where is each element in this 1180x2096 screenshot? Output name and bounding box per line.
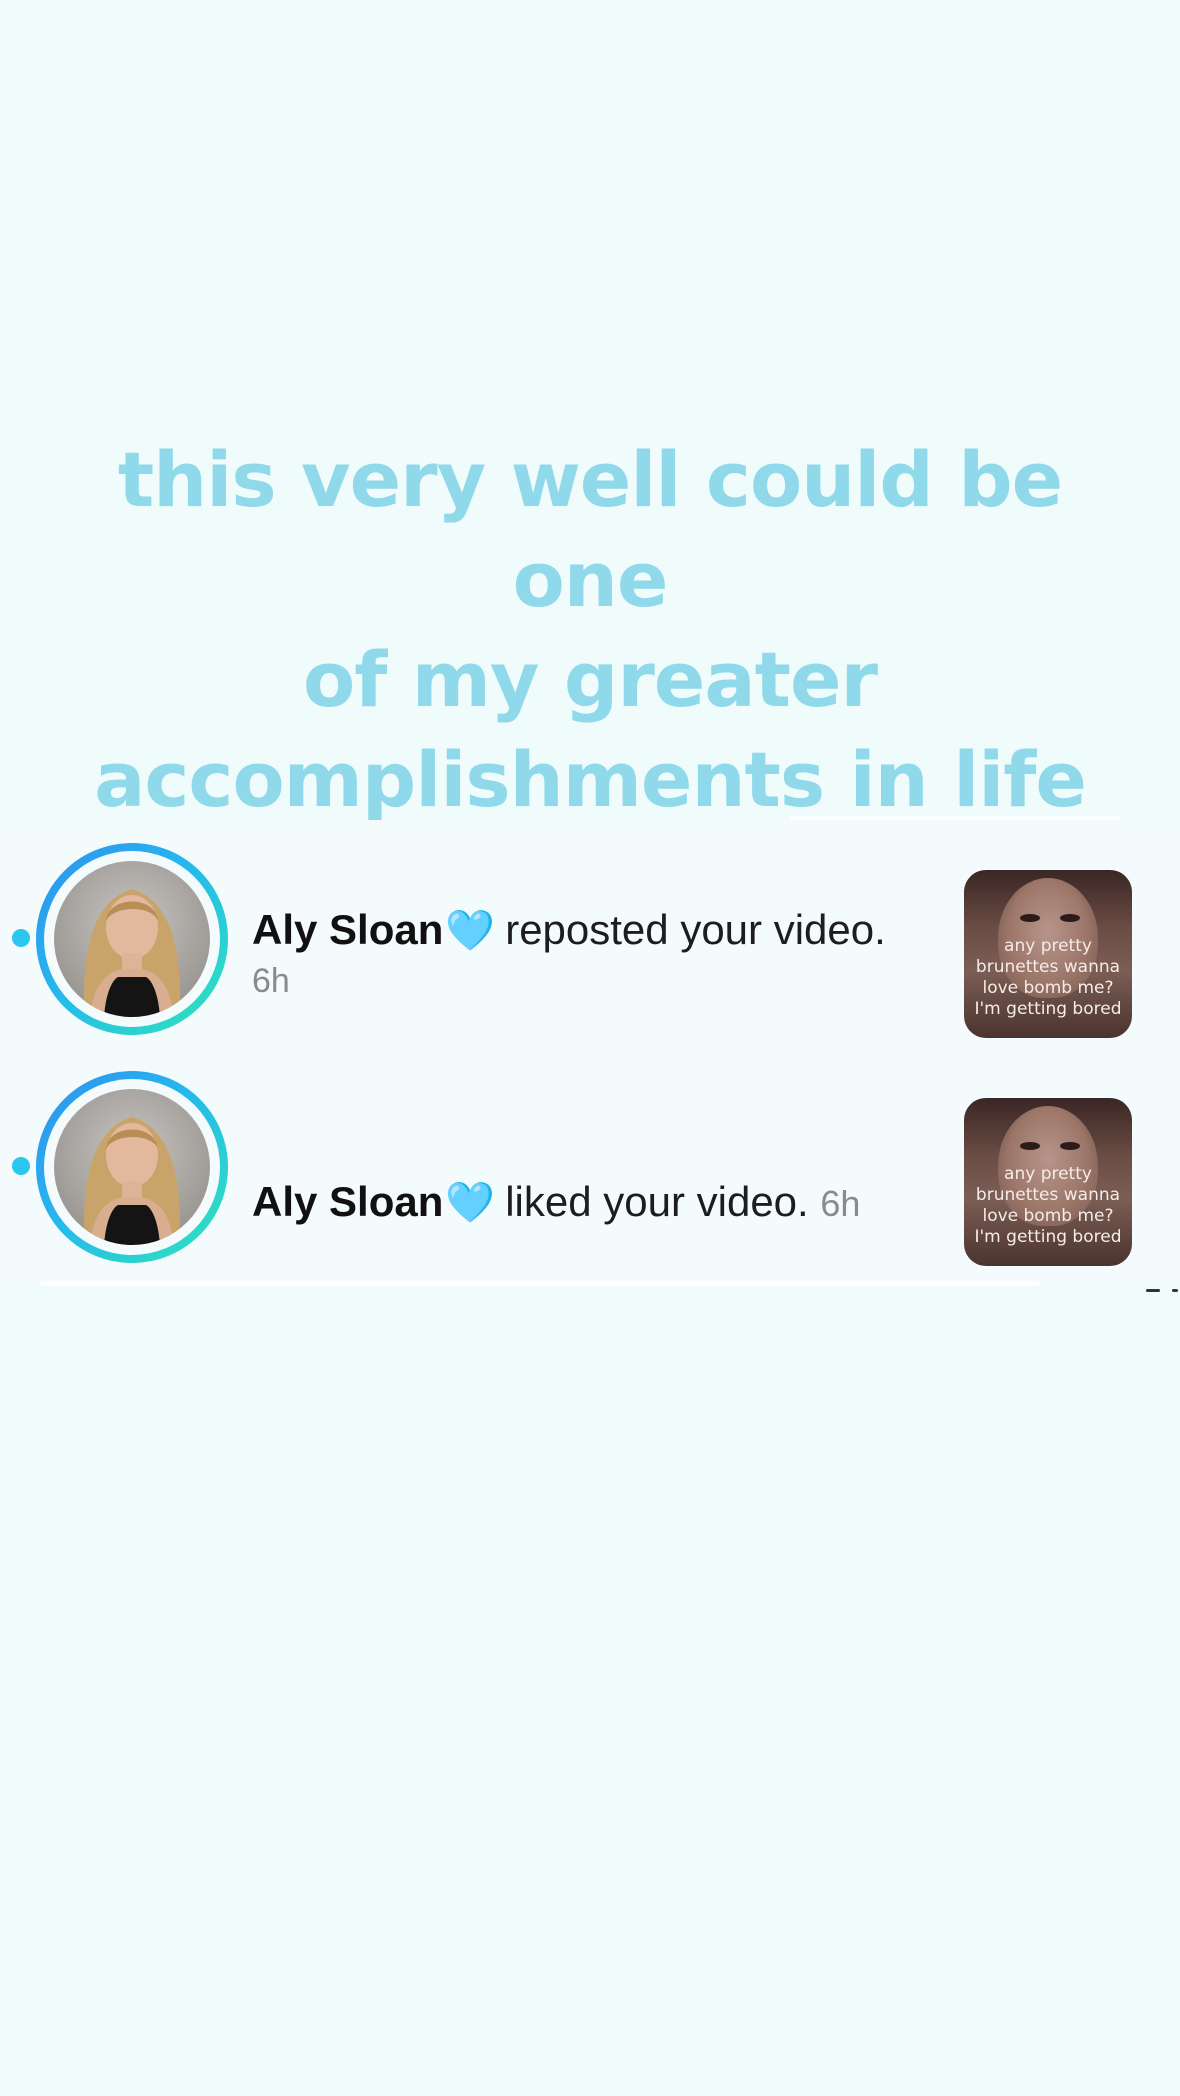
thumbnail-caption-line: brunettes wanna (975, 957, 1121, 977)
thumbnail-caption: any pretty brunettes wanna love bomb me?… (964, 936, 1132, 1020)
thumbnail-caption-line: I'm getting bored (974, 999, 1122, 1019)
thumbnail-caption-line: love bomb me? (982, 1206, 1114, 1226)
unread-dot-icon (12, 929, 30, 947)
notification-row[interactable]: Aly Sloan🩵 liked your video. 6h any prett… (0, 1066, 1180, 1266)
panel-edge (790, 816, 1120, 820)
notification-time: 6h (252, 962, 290, 1000)
thumbnail-eye (1020, 914, 1040, 922)
caption-line: this very well could be one (117, 435, 1063, 624)
light-blue-heart-icon: 🩵 (445, 909, 496, 953)
video-thumbnail[interactable]: any pretty brunettes wanna love bomb me?… (964, 1098, 1132, 1266)
thumbnail-eye (1060, 914, 1080, 922)
avatar[interactable] (54, 1089, 210, 1245)
thumbnail-caption-line: I'm getting bored (974, 1227, 1122, 1247)
notification-text[interactable]: Aly Sloan🩵 reposted your video. (252, 906, 886, 954)
username-link[interactable]: Aly Sloan (252, 1178, 443, 1225)
avatar-portrait-icon (83, 889, 181, 1017)
light-blue-heart-icon: 🩵 (445, 1181, 496, 1225)
notification-action: liked your video. (505, 1178, 809, 1225)
thumbnail-caption: any pretty brunettes wanna love bomb me?… (964, 1164, 1132, 1248)
thumbnail-caption-line: any pretty (1004, 1164, 1092, 1184)
notification-time: 6h (820, 1183, 861, 1224)
username-link[interactable]: Aly Sloan (252, 906, 443, 953)
notification-action: reposted your video. (505, 906, 886, 953)
avatar-portrait-icon (83, 1117, 181, 1245)
screen-speck (1172, 1289, 1178, 1292)
story-ring[interactable] (36, 843, 228, 1035)
thumbnail-caption-line: brunettes wanna (975, 1185, 1121, 1205)
avatar[interactable] (54, 861, 210, 1017)
panel-edge (40, 1281, 1040, 1286)
notification-row[interactable]: Aly Sloan🩵 reposted your video. 6h any pr… (0, 838, 1180, 1038)
screen-speck (1146, 1289, 1160, 1292)
notifications-panel: Aly Sloan🩵 reposted your video. 6h any pr… (0, 816, 1180, 1286)
thumbnail-eye (1020, 1142, 1040, 1150)
story-ring[interactable] (36, 1071, 228, 1263)
notification-text[interactable]: Aly Sloan🩵 liked your video. 6h (252, 1178, 860, 1226)
thumbnail-caption-line: love bomb me? (982, 978, 1114, 998)
unread-dot-icon (12, 1157, 30, 1175)
thumbnail-caption-line: any pretty (1004, 936, 1092, 956)
video-thumbnail[interactable]: any pretty brunettes wanna love bomb me?… (964, 870, 1132, 1038)
thumbnail-eye (1060, 1142, 1080, 1150)
caption-line: of my greater (303, 635, 878, 724)
